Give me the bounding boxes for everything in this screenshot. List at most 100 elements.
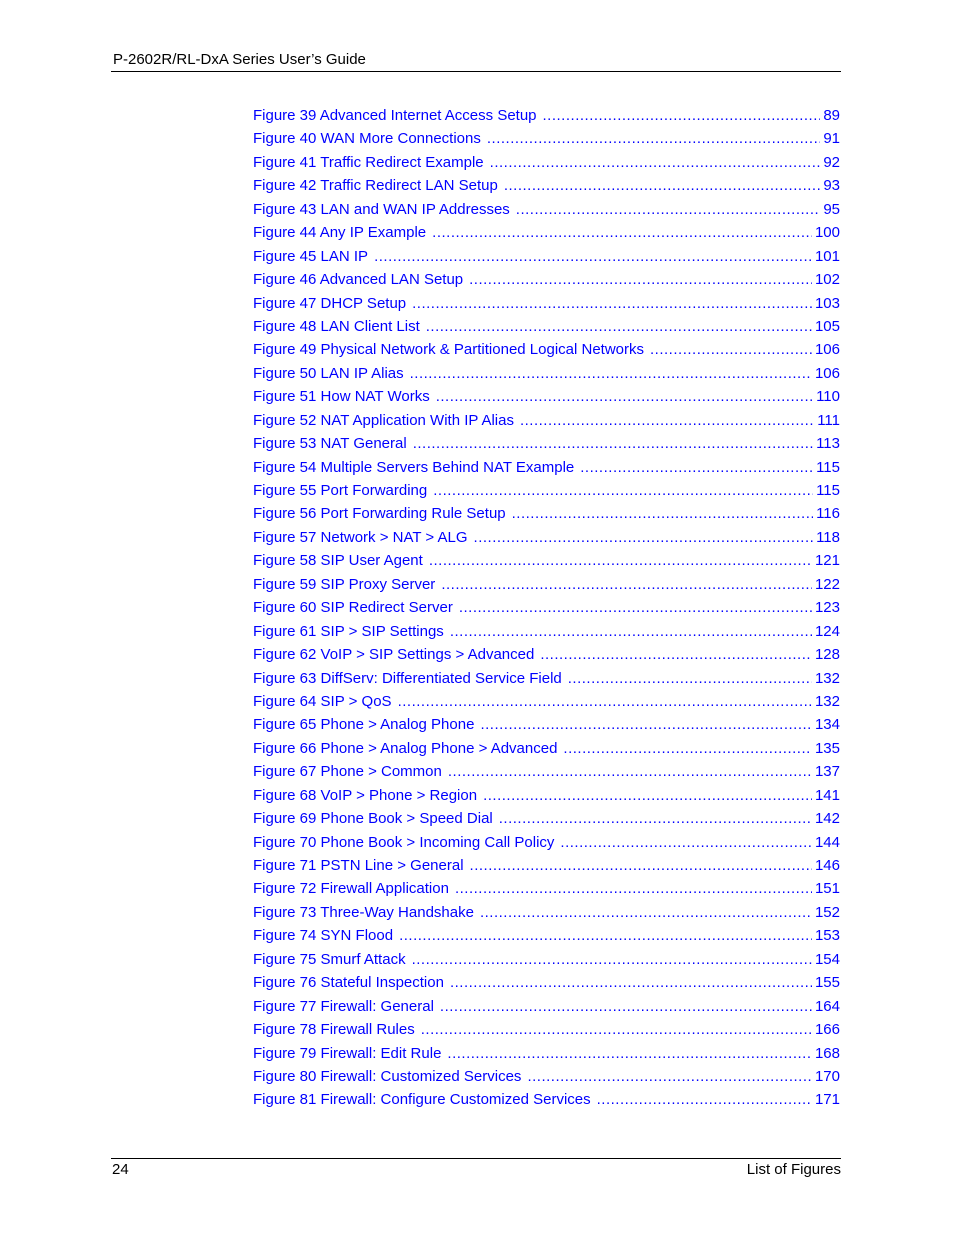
toc-entry-title[interactable]: Figure 50 LAN IP Alias xyxy=(253,364,404,384)
toc-entry-page[interactable]: 128 xyxy=(815,645,840,665)
toc-entry-title[interactable]: Figure 58 SIP User Agent xyxy=(253,551,423,571)
toc-entry-title[interactable]: Figure 54 Multiple Servers Behind NAT Ex… xyxy=(253,458,574,478)
toc-entry-link[interactable]: Figure 50 LAN IP Alias 106 xyxy=(253,364,840,387)
toc-entry-title[interactable]: Figure 41 Traffic Redirect Example xyxy=(253,153,484,173)
toc-entry-page[interactable]: 155 xyxy=(815,973,840,993)
toc-entry-title[interactable]: Figure 66 Phone > Analog Phone > Advance… xyxy=(253,739,557,759)
toc-entry-title[interactable]: Figure 59 SIP Proxy Server xyxy=(253,575,435,595)
toc-entry-link[interactable]: Figure 51 How NAT Works 110 xyxy=(253,387,840,410)
toc-entry-link[interactable]: Figure 59 SIP Proxy Server 122 xyxy=(253,575,840,598)
toc-entry-page[interactable]: 121 xyxy=(815,551,840,571)
toc-entry-page[interactable]: 171 xyxy=(815,1090,840,1110)
toc-entry-link[interactable]: Figure 72 Firewall Application 151 xyxy=(253,879,840,902)
toc-entry-link[interactable]: Figure 45 LAN IP 101 xyxy=(253,247,840,270)
toc-entry-link[interactable]: Figure 65 Phone > Analog Phone 134 xyxy=(253,715,840,738)
toc-entry-title[interactable]: Figure 61 SIP > SIP Settings xyxy=(253,622,444,642)
toc-entry-page[interactable]: 106 xyxy=(815,340,840,360)
toc-entry-page[interactable]: 92 xyxy=(823,153,840,173)
toc-entry-link[interactable]: Figure 70 Phone Book > Incoming Call Pol… xyxy=(253,833,840,856)
toc-entry-link[interactable]: Figure 48 LAN Client List 105 xyxy=(253,317,840,340)
toc-entry-link[interactable]: Figure 57 Network > NAT > ALG 118 xyxy=(253,528,840,551)
toc-entry-title[interactable]: Figure 72 Firewall Application xyxy=(253,879,449,899)
toc-entry-title[interactable]: Figure 79 Firewall: Edit Rule xyxy=(253,1044,441,1064)
toc-entry-link[interactable]: Figure 74 SYN Flood 153 xyxy=(253,926,840,949)
toc-entry-page[interactable]: 116 xyxy=(816,504,840,524)
toc-entry-link[interactable]: Figure 40 WAN More Connections 91 xyxy=(253,129,840,152)
toc-entry-page[interactable]: 89 xyxy=(823,106,840,126)
toc-entry-title[interactable]: Figure 47 DHCP Setup xyxy=(253,294,406,314)
toc-entry-link[interactable]: Figure 52 NAT Application With IP Alias … xyxy=(253,411,840,434)
toc-entry-link[interactable]: Figure 54 Multiple Servers Behind NAT Ex… xyxy=(253,458,840,481)
toc-entry-link[interactable]: Figure 71 PSTN Line > General 146 xyxy=(253,856,840,879)
toc-entry-page[interactable]: 100 xyxy=(815,223,840,243)
toc-entry-page[interactable]: 164 xyxy=(815,997,840,1017)
toc-entry-page[interactable]: 110 xyxy=(816,387,840,407)
toc-entry-title[interactable]: Figure 44 Any IP Example xyxy=(253,223,426,243)
toc-entry-page[interactable]: 135 xyxy=(815,739,840,759)
toc-entry-title[interactable]: Figure 73 Three-Way Handshake xyxy=(253,903,474,923)
toc-entry-page[interactable]: 111 xyxy=(817,411,840,431)
toc-entry-title[interactable]: Figure 69 Phone Book > Speed Dial xyxy=(253,809,493,829)
toc-entry-page[interactable]: 101 xyxy=(815,247,840,267)
toc-entry-page[interactable]: 142 xyxy=(815,809,840,829)
toc-entry-link[interactable]: Figure 79 Firewall: Edit Rule 168 xyxy=(253,1044,840,1067)
toc-entry-page[interactable]: 102 xyxy=(815,270,840,290)
toc-entry-link[interactable]: Figure 80 Firewall: Customized Services … xyxy=(253,1067,840,1090)
toc-entry-link[interactable]: Figure 67 Phone > Common 137 xyxy=(253,762,840,785)
toc-entry-title[interactable]: Figure 70 Phone Book > Incoming Call Pol… xyxy=(253,833,554,853)
toc-entry-title[interactable]: Figure 62 VoIP > SIP Settings > Advanced xyxy=(253,645,534,665)
toc-entry-page[interactable]: 134 xyxy=(815,715,840,735)
toc-entry-title[interactable]: Figure 40 WAN More Connections xyxy=(253,129,481,149)
toc-entry-page[interactable]: 124 xyxy=(815,622,840,642)
toc-entry-title[interactable]: Figure 75 Smurf Attack xyxy=(253,950,406,970)
toc-entry-title[interactable]: Figure 57 Network > NAT > ALG xyxy=(253,528,468,548)
toc-entry-link[interactable]: Figure 78 Firewall Rules 166 xyxy=(253,1020,840,1043)
toc-entry-link[interactable]: Figure 46 Advanced LAN Setup 102 xyxy=(253,270,840,293)
toc-entry-title[interactable]: Figure 71 PSTN Line > General xyxy=(253,856,464,876)
toc-entry-link[interactable]: Figure 62 VoIP > SIP Settings > Advanced… xyxy=(253,645,840,668)
toc-entry-title[interactable]: Figure 60 SIP Redirect Server xyxy=(253,598,453,618)
toc-entry-title[interactable]: Figure 48 LAN Client List xyxy=(253,317,420,337)
toc-entry-title[interactable]: Figure 76 Stateful Inspection xyxy=(253,973,444,993)
toc-entry-page[interactable]: 106 xyxy=(815,364,840,384)
toc-entry-link[interactable]: Figure 68 VoIP > Phone > Region 141 xyxy=(253,786,840,809)
toc-entry-title[interactable]: Figure 80 Firewall: Customized Services xyxy=(253,1067,521,1087)
toc-entry-link[interactable]: Figure 47 DHCP Setup 103 xyxy=(253,294,840,317)
toc-entry-link[interactable]: Figure 44 Any IP Example 100 xyxy=(253,223,840,246)
toc-entry-page[interactable]: 132 xyxy=(815,692,840,712)
toc-entry-title[interactable]: Figure 65 Phone > Analog Phone xyxy=(253,715,474,735)
toc-entry-link[interactable]: Figure 66 Phone > Analog Phone > Advance… xyxy=(253,739,840,762)
toc-entry-title[interactable]: Figure 49 Physical Network & Partitioned… xyxy=(253,340,644,360)
toc-entry-link[interactable]: Figure 60 SIP Redirect Server 123 xyxy=(253,598,840,621)
toc-entry-link[interactable]: Figure 61 SIP > SIP Settings 124 xyxy=(253,622,840,645)
toc-entry-link[interactable]: Figure 58 SIP User Agent 121 xyxy=(253,551,840,574)
toc-entry-title[interactable]: Figure 39 Advanced Internet Access Setup xyxy=(253,106,537,126)
toc-entry-page[interactable]: 115 xyxy=(816,481,840,501)
toc-entry-title[interactable]: Figure 81 Firewall: Configure Customized… xyxy=(253,1090,591,1110)
toc-entry-link[interactable]: Figure 43 LAN and WAN IP Addresses 95 xyxy=(253,200,840,223)
toc-entry-title[interactable]: Figure 64 SIP > QoS xyxy=(253,692,392,712)
toc-entry-title[interactable]: Figure 51 How NAT Works xyxy=(253,387,430,407)
toc-entry-page[interactable]: 123 xyxy=(815,598,840,618)
toc-entry-page[interactable]: 122 xyxy=(815,575,840,595)
toc-entry-title[interactable]: Figure 77 Firewall: General xyxy=(253,997,434,1017)
toc-entry-link[interactable]: Figure 42 Traffic Redirect LAN Setup 93 xyxy=(253,176,840,199)
toc-entry-title[interactable]: Figure 52 NAT Application With IP Alias xyxy=(253,411,514,431)
toc-entry-page[interactable]: 118 xyxy=(816,528,840,548)
toc-entry-title[interactable]: Figure 56 Port Forwarding Rule Setup xyxy=(253,504,506,524)
toc-entry-link[interactable]: Figure 76 Stateful Inspection 155 xyxy=(253,973,840,996)
toc-entry-page[interactable]: 166 xyxy=(815,1020,840,1040)
toc-entry-page[interactable]: 170 xyxy=(815,1067,840,1087)
toc-entry-title[interactable]: Figure 42 Traffic Redirect LAN Setup xyxy=(253,176,498,196)
toc-entry-link[interactable]: Figure 39 Advanced Internet Access Setup… xyxy=(253,106,840,129)
toc-entry-page[interactable]: 132 xyxy=(815,669,840,689)
toc-entry-title[interactable]: Figure 68 VoIP > Phone > Region xyxy=(253,786,477,806)
toc-entry-page[interactable]: 154 xyxy=(815,950,840,970)
toc-entry-link[interactable]: Figure 73 Three-Way Handshake 152 xyxy=(253,903,840,926)
toc-entry-title[interactable]: Figure 74 SYN Flood xyxy=(253,926,393,946)
toc-entry-page[interactable]: 146 xyxy=(815,856,840,876)
toc-entry-link[interactable]: Figure 64 SIP > QoS 132 xyxy=(253,692,840,715)
toc-entry-title[interactable]: Figure 46 Advanced LAN Setup xyxy=(253,270,463,290)
toc-entry-link[interactable]: Figure 49 Physical Network & Partitioned… xyxy=(253,340,840,363)
toc-entry-link[interactable]: Figure 41 Traffic Redirect Example 92 xyxy=(253,153,840,176)
